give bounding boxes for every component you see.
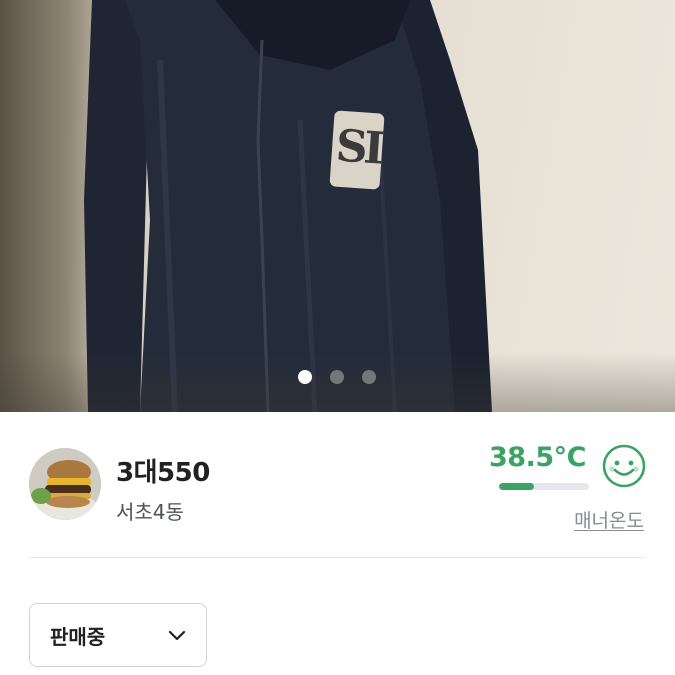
seller-name[interactable]: 3대550	[116, 452, 210, 489]
pagination-dot-1[interactable]	[298, 370, 312, 384]
manner-temperature-bar-fill	[499, 483, 534, 490]
section-divider	[29, 557, 645, 558]
chevron-down-icon	[168, 630, 186, 641]
pagination-dot-2[interactable]	[330, 370, 344, 384]
product-image[interactable]: SI	[0, 0, 675, 412]
manner-temperature-link[interactable]: 매너온도	[574, 506, 644, 533]
avatar[interactable]	[29, 448, 101, 520]
seller-profile[interactable]: 3대550 서초4동 38.5°C 매너온도	[0, 412, 675, 558]
jacket-patch-text: SI	[334, 120, 383, 175]
manner-temperature-value: 38.5°C	[489, 442, 586, 473]
manner-temperature-bar	[499, 483, 589, 490]
burger-avatar-icon	[29, 448, 101, 520]
image-pagination	[298, 370, 376, 384]
pagination-dot-3[interactable]	[362, 370, 376, 384]
seller-location: 서초4동	[116, 500, 184, 524]
sale-status-dropdown[interactable]: 판매중	[29, 603, 207, 667]
jacket-illustration	[84, 0, 492, 412]
smile-face-icon	[602, 444, 646, 488]
sale-status-label: 판매중	[50, 624, 106, 649]
